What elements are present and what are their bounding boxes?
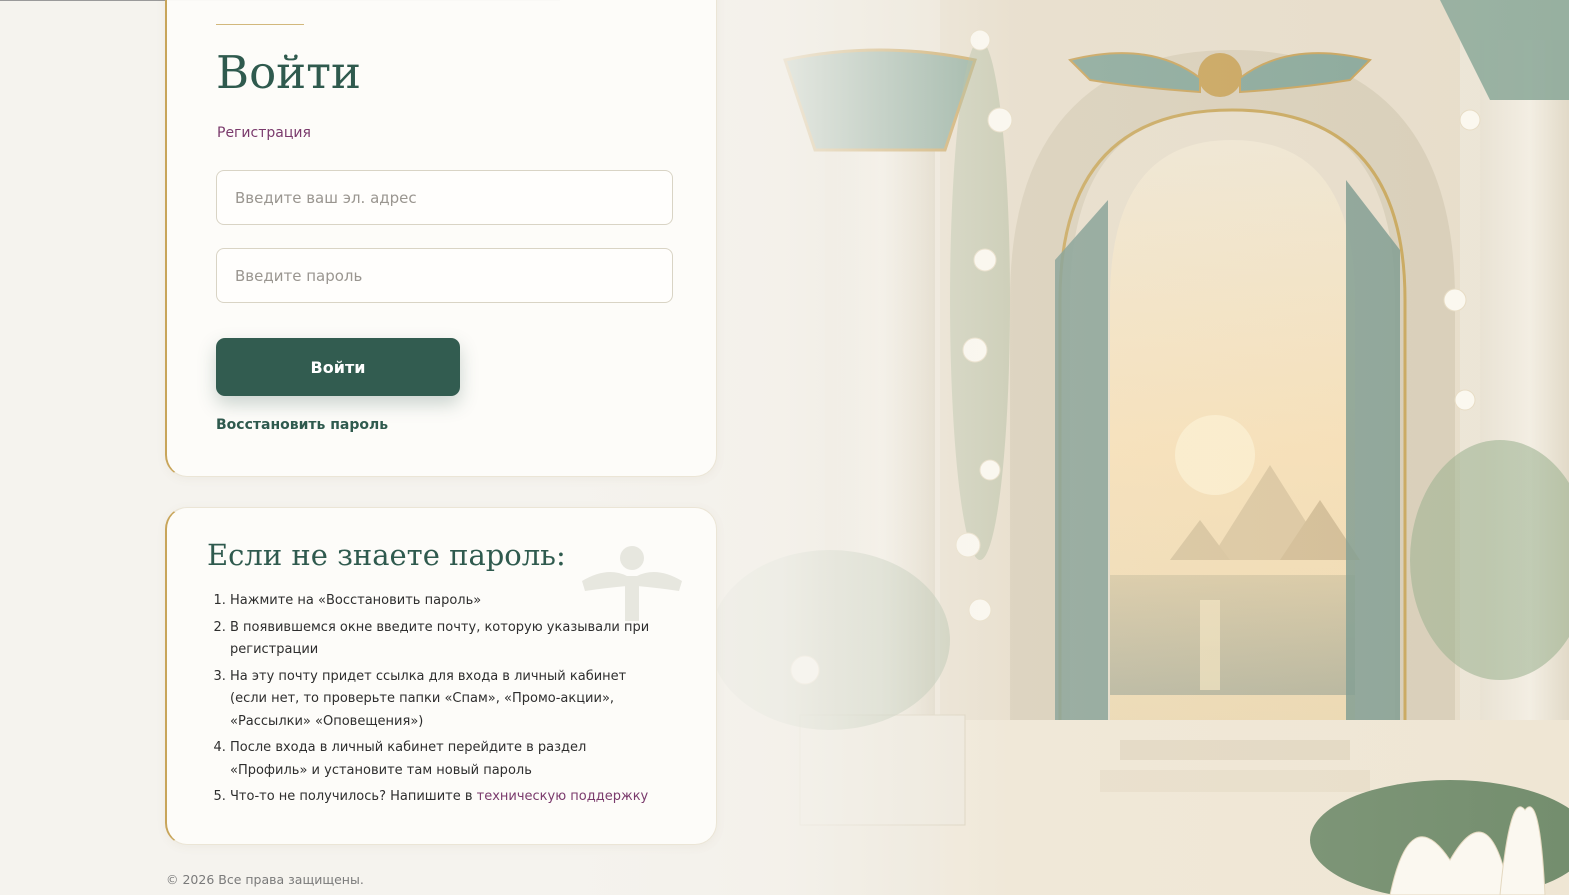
help-steps-list: Нажмите на «Восстановить пароль» В появи… (207, 590, 660, 813)
login-button[interactable]: Войти (216, 338, 460, 396)
help-step-text: Что-то не получилось? Напишите в (230, 789, 477, 804)
register-link[interactable]: Регистрация (217, 125, 311, 141)
login-card: Войти Регистрация Войти Восстановить пар… (165, 0, 717, 477)
help-step: На эту почту придет ссылка для входа в л… (230, 666, 660, 734)
help-title: Если не знаете пароль: (207, 538, 566, 572)
help-card: Если не знаете пароль: Нажмите на «Восст… (165, 507, 717, 845)
email-field[interactable] (216, 170, 673, 225)
support-link[interactable]: техническую поддержку (477, 789, 649, 804)
password-field[interactable] (216, 248, 673, 303)
help-step: Что-то не получилось? Напишите в техниче… (230, 786, 660, 809)
title-divider (216, 24, 304, 25)
help-step: После входа в личный кабинет перейдите в… (230, 737, 660, 782)
help-step: В появившемся окне введите почту, котору… (230, 617, 660, 662)
help-step: Нажмите на «Восстановить пароль» (230, 590, 660, 613)
restore-password-link[interactable]: Восстановить пароль (216, 417, 388, 433)
page-title: Войти (216, 46, 362, 99)
footer-copyright: © 2026 Все права защищены. (166, 872, 364, 887)
